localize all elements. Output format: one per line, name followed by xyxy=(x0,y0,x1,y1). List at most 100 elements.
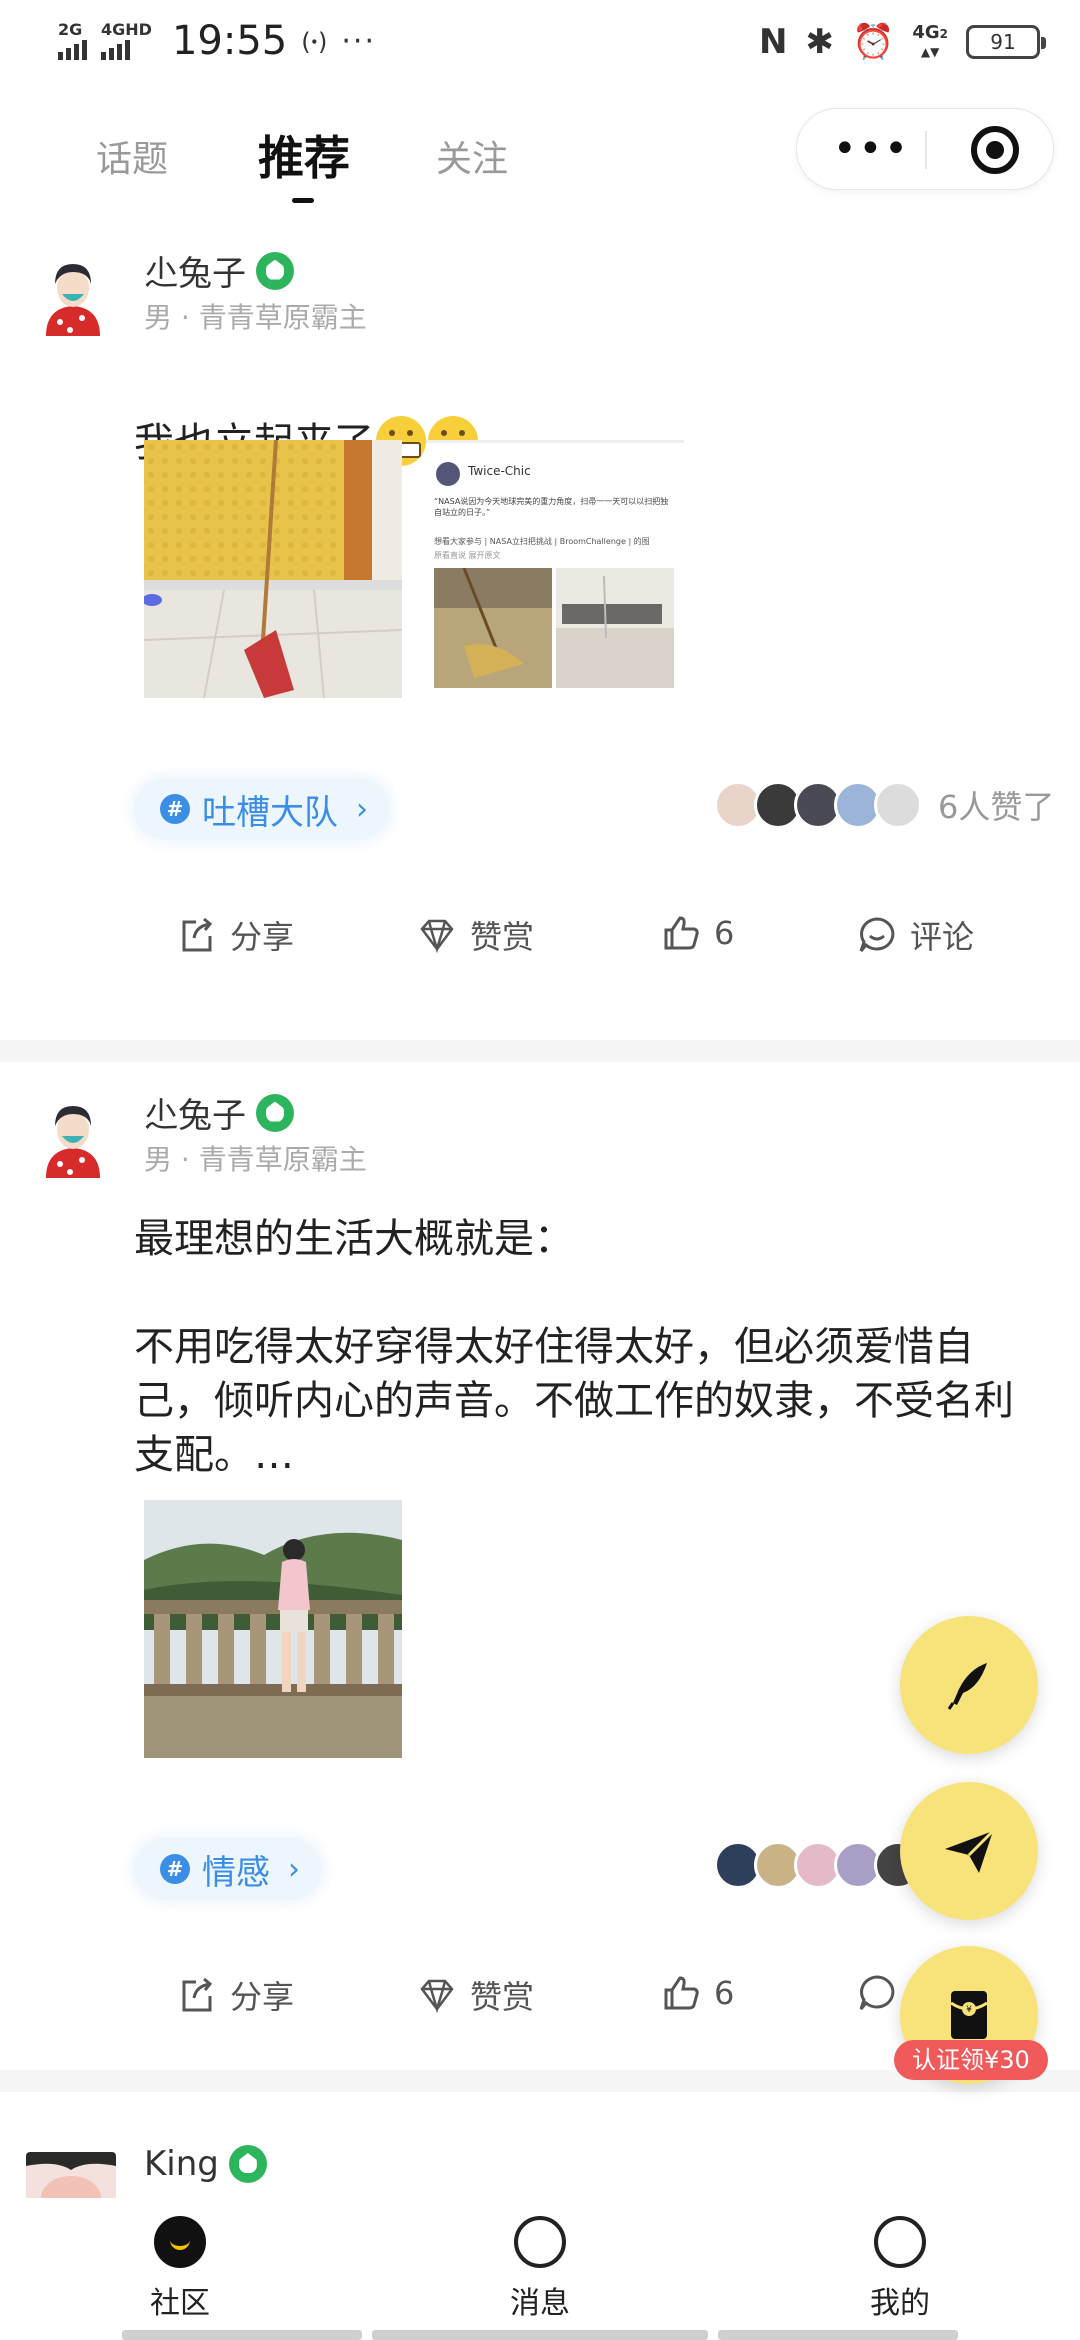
share-button[interactable]: 分享 xyxy=(176,912,294,958)
post-card: 尐兔子 男 · 青青草原霸主 最理想的生活大概就是： 不用吃得太好穿得太好住得太… xyxy=(0,1082,1080,2062)
username[interactable]: King xyxy=(144,2144,267,2184)
chevron-right-icon: › xyxy=(356,791,368,827)
share-icon xyxy=(182,1977,213,2012)
comment-icon xyxy=(859,1975,895,2010)
like-count: 6 xyxy=(714,914,735,952)
reward-button[interactable]: 赞赏 xyxy=(416,1972,534,2018)
svg-text:¥: ¥ xyxy=(966,2005,972,2015)
bottom-bar-segment xyxy=(718,2330,958,2340)
avatar[interactable] xyxy=(26,2152,116,2198)
promo-badge[interactable]: 认证领¥30 xyxy=(894,2040,1048,2080)
liker-avatar xyxy=(874,781,922,829)
clock: 19:55 xyxy=(171,18,288,64)
tab-recommended[interactable]: 推荐 xyxy=(258,122,350,188)
screenshot-text-2: 想看大家参与 | NASA立扫把挑战 | BroomChallenge | 的图 xyxy=(434,537,650,546)
compose-button[interactable] xyxy=(900,1616,1038,1754)
reward-label: 赞赏 xyxy=(470,918,535,956)
tab-topics[interactable]: 话题 xyxy=(96,130,168,182)
like-button[interactable]: 6 xyxy=(660,1972,734,2014)
comment-button[interactable] xyxy=(856,1972,898,2014)
post-separator xyxy=(0,1040,1080,1062)
share-label: 分享 xyxy=(230,918,295,956)
top-nav: 话题 推荐 关注 ••• xyxy=(0,100,1080,210)
nfc-icon: N xyxy=(759,22,788,62)
share-button[interactable]: 分享 xyxy=(176,1972,294,2018)
comment-button[interactable]: 评论 xyxy=(856,912,974,958)
sim2-label: 4GHD xyxy=(101,20,152,39)
post-image-balcony[interactable] xyxy=(144,1500,402,1758)
reward-button[interactable]: 赞赏 xyxy=(416,912,534,958)
screenshot-photos xyxy=(434,568,674,688)
avatar[interactable] xyxy=(30,250,116,336)
battery-indicator: 91 xyxy=(966,25,1046,59)
comment-icon xyxy=(859,917,895,952)
thumbs-up-icon xyxy=(664,916,699,950)
messages-icon xyxy=(514,2216,566,2268)
username[interactable]: 尐兔子 xyxy=(144,1088,294,1137)
send-icon xyxy=(945,1829,995,1873)
post-text[interactable]: 最理想的生活大概就是： 不用吃得太好穿得太好住得太好，但必须爱惜自己，倾听内心的… xyxy=(134,1212,1034,1482)
share-icon xyxy=(182,917,213,952)
topic-tag[interactable]: # 吐槽大队 › xyxy=(134,778,390,840)
reward-label: 赞赏 xyxy=(470,1978,535,2016)
community-icon xyxy=(154,2216,206,2268)
more-icon[interactable]: ••• xyxy=(833,129,910,169)
screenshot-avatar xyxy=(436,462,460,486)
username-text: 尐兔子 xyxy=(144,1096,246,1136)
tab-following[interactable]: 关注 xyxy=(436,130,508,182)
bluetooth-icon: ✱ xyxy=(805,22,834,62)
sim1-label: 2G xyxy=(58,20,83,39)
network-sub: 2 xyxy=(939,26,948,41)
nav-messages[interactable]: 消息 xyxy=(480,2216,600,2322)
username-text: King xyxy=(144,2144,219,2184)
topic-label: 吐槽大队 xyxy=(202,792,338,833)
diamond-icon xyxy=(420,919,454,954)
post-card: 尐兔子 男 · 青青草原霸主 我也立起来了 Twice-Chic “NASA说因… xyxy=(0,240,1080,1040)
avatar[interactable] xyxy=(30,1092,116,1178)
hashtag-icon: # xyxy=(160,1854,190,1884)
red-packet-icon: ¥ xyxy=(950,1991,988,2039)
like-count: 6 xyxy=(714,1974,735,2012)
send-button[interactable] xyxy=(900,1782,1038,1920)
chevron-right-icon: › xyxy=(288,1851,300,1887)
alarm-icon: ⏰ xyxy=(851,22,895,62)
topic-label: 情感 xyxy=(202,1852,270,1893)
verified-badge-icon xyxy=(256,251,294,290)
thumbs-up-icon xyxy=(664,1976,699,2010)
post-image-broom[interactable] xyxy=(144,440,402,698)
post-image-screenshot[interactable]: Twice-Chic “NASA说因为今天地球完美的重力角度，扫帚一一天可以以扫… xyxy=(426,440,684,698)
sim2-signal: 4GHD xyxy=(101,22,152,60)
capsule-divider xyxy=(925,131,927,169)
username-text: 尐兔子 xyxy=(144,254,246,294)
share-label: 分享 xyxy=(230,1978,295,2016)
network-label: 4G xyxy=(912,21,940,43)
likes-count-text: 6人赞了 xyxy=(938,788,1055,826)
nav-community[interactable]: 社区 xyxy=(120,2216,240,2322)
hashtag-icon: # xyxy=(160,794,190,824)
like-button[interactable]: 6 xyxy=(660,912,734,954)
bottom-bar-segment xyxy=(372,2330,708,2340)
likers[interactable]: 6人赞了 xyxy=(714,781,1054,829)
more-status-icon: ··· xyxy=(341,23,376,59)
verified-badge-icon xyxy=(256,1093,294,1132)
post-actions: 分享 赞赏 6 评论 xyxy=(0,912,1080,972)
screenshot-text-3: 原看直说 展开原文 xyxy=(434,551,501,560)
username[interactable]: 尐兔子 xyxy=(144,246,294,295)
screenshot-text: “NASA说因为今天地球完美的重力角度，扫帚一一天可以以扫把独自站立的日子。” xyxy=(434,497,669,517)
user-meta: 男 · 青青草原霸主 xyxy=(144,1143,367,1176)
close-target-icon[interactable] xyxy=(971,126,1019,174)
miniprogram-capsule: ••• xyxy=(796,108,1054,190)
active-tab-indicator xyxy=(292,198,314,203)
verified-badge-icon xyxy=(228,2145,267,2183)
user-meta: 男 · 青青草原霸主 xyxy=(144,301,367,334)
topic-tag[interactable]: # 情感 › xyxy=(134,1838,322,1900)
bottom-bar-segment xyxy=(122,2330,362,2340)
comment-label: 评论 xyxy=(910,918,975,956)
sim1-signal: 2G xyxy=(58,22,87,60)
screenshot-account: Twice-Chic xyxy=(468,464,531,478)
diamond-icon xyxy=(420,1979,454,2014)
nav-messages-label: 消息 xyxy=(510,2286,570,2321)
nfc-small-icon: (ꞏ) xyxy=(301,27,328,56)
battery-level: 91 xyxy=(990,30,1016,54)
nav-profile[interactable]: 我的 xyxy=(840,2216,960,2322)
